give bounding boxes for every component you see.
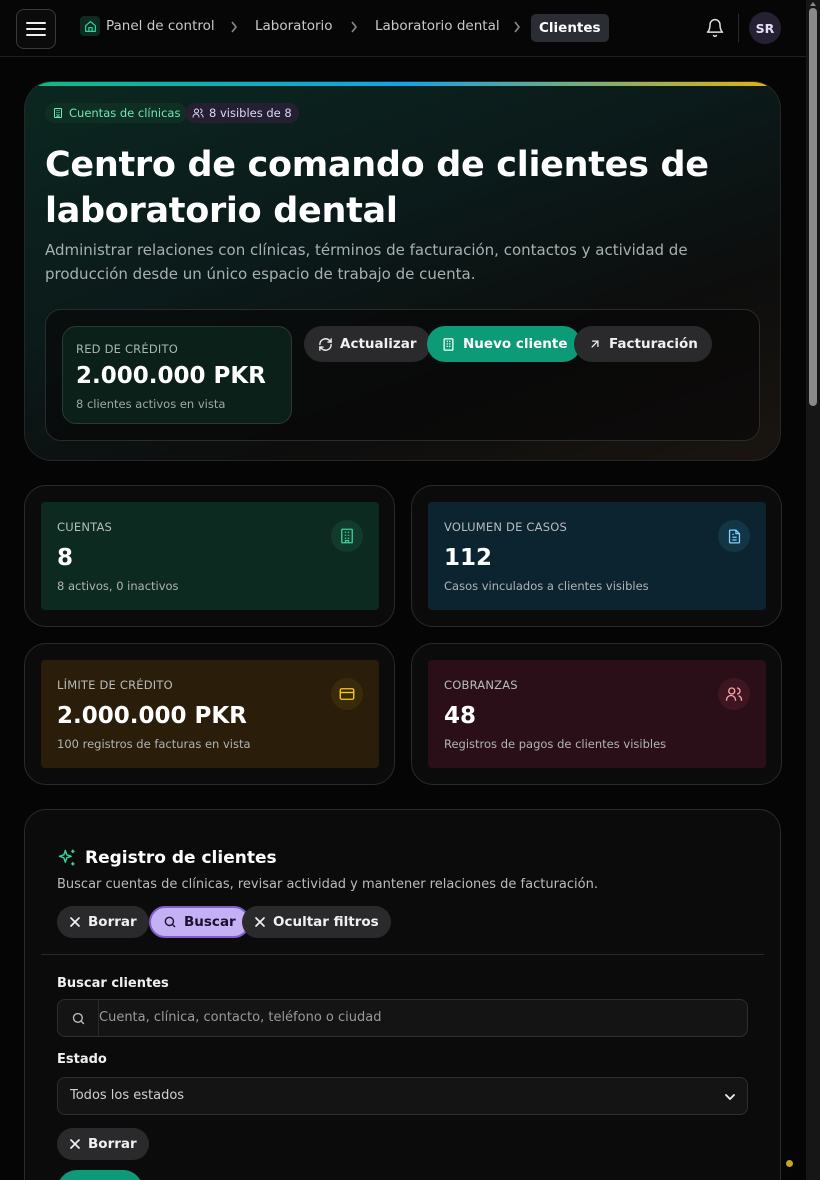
accounts-badge-label: Cuentas de clínicas [69,106,181,120]
search-button[interactable]: Buscar [149,906,250,938]
stat-value: 8 [57,545,74,571]
page-title: Centro de comando de clientes de laborat… [45,145,709,231]
page-description: Administrar relaciones con clínicas, tér… [45,241,688,283]
billing-button[interactable]: Facturación [574,326,712,362]
stat-label: LÍMITE DE CRÉDITO [57,678,173,692]
credit-network-card: RED DE CRÉDITO 2.000.000 PKR 8 clientes … [62,326,292,424]
credit-sub: 8 clientes activos en vista [76,397,226,411]
scrollbar[interactable] [806,0,820,1180]
search-icon [58,1000,99,1036]
hero-accent-line [25,82,780,86]
status-dot [786,1160,793,1167]
billing-button-label: Facturación [609,336,698,352]
status-selected-value: Todos los estados [70,1088,185,1103]
scrollbar-thumb[interactable] [809,8,817,406]
stat-label: COBRANZAS [444,678,518,692]
stat-card-collections: COBRANZAS 48 Registros de pagos de clien… [411,643,782,785]
building-icon [331,520,363,552]
home-icon[interactable] [80,16,100,36]
stat-sub: Registros de pagos de clientes visibles [444,737,667,751]
search-label: Buscar clientes [57,976,169,991]
stat-card-credit-limit: LÍMITE DE CRÉDITO 2.000.000 PKR 100 regi… [24,643,395,785]
stat-card-case-volume: VOLUMEN DE CASOS 112 Casos vinculados a … [411,485,782,627]
document-icon [718,520,750,552]
chevron-right-icon [514,21,521,33]
apply-button-partial[interactable] [57,1170,143,1180]
registry-header: Registro de clientes [57,848,277,868]
accounts-badge: Cuentas de clínicas [45,103,188,123]
user-avatar[interactable]: SR [749,12,781,44]
building-icon [54,108,62,118]
hide-filters-button[interactable]: Ocultar filtros [242,906,391,938]
chevron-right-icon [351,21,358,33]
top-bar: Panel de control Laboratorio Laboratorio… [0,0,806,57]
chevron-down-icon [725,1094,735,1101]
chevron-right-icon [231,21,238,33]
arrow-up-right-icon [591,340,599,348]
bell-icon[interactable] [705,17,725,39]
stat-sub: Casos vinculados a clientes visibles [444,579,649,593]
credit-label: RED DE CRÉDITO [76,342,178,356]
divider [738,14,739,42]
stat-label: CUENTAS [57,520,113,534]
breadcrumb-item-laboratorio[interactable]: Laboratorio [255,18,333,34]
registry-title: Registro de clientes [85,848,277,868]
hamburger-icon [26,22,46,36]
divider [41,954,764,955]
clear-filters-button[interactable]: Borrar [57,1128,149,1160]
breadcrumb-item-panel[interactable]: Panel de control [106,18,215,34]
stat-value: 48 [444,703,477,729]
scroll-up-arrow[interactable] [810,2,816,6]
stat-card-accounts: CUENTAS 8 8 activos, 0 inactivos [24,485,395,627]
breadcrumb-item-laboratorio-dental[interactable]: Laboratorio dental [375,18,500,34]
search-button-label: Buscar [184,914,236,930]
clear-button-label: Borrar [88,914,137,930]
status-label: Estado [57,1052,107,1067]
client-registry-panel: Registro de clientes Buscar cuentas de c… [24,809,781,1180]
breadcrumb-current: Clientes [531,14,609,42]
close-icon [70,1139,80,1149]
credit-value: 2.000.000 PKR [76,363,266,389]
clear-filters-button-label: Borrar [88,1136,137,1152]
search-input[interactable]: Cuenta, clínica, contacto, teléfono o ci… [57,999,748,1037]
stat-card-credit-limit-body: LÍMITE DE CRÉDITO 2.000.000 PKR 100 regi… [41,660,379,768]
new-client-button[interactable]: Nuevo cliente [427,326,582,362]
visible-badge: 8 visibles de 8 [185,103,299,123]
refresh-icon [319,337,332,351]
users-icon [192,108,204,118]
search-placeholder: Cuenta, clínica, contacto, teléfono o ci… [99,1010,382,1025]
registry-description: Buscar cuentas de clínicas, revisar acti… [57,877,598,892]
sparkles-icon [58,849,75,866]
close-icon [255,917,265,927]
close-icon [70,917,80,927]
menu-button[interactable] [16,9,56,49]
stat-label: VOLUMEN DE CASOS [444,520,567,534]
clear-button[interactable]: Borrar [57,906,149,938]
hide-filters-button-label: Ocultar filtros [273,914,379,930]
refresh-button-label: Actualizar [340,336,417,352]
status-select[interactable]: Todos los estados [57,1077,748,1115]
stat-card-collections-body: COBRANZAS 48 Registros de pagos de clien… [428,660,766,768]
stat-card-case-volume-body: VOLUMEN DE CASOS 112 Casos vinculados a … [428,502,766,610]
stat-sub: 8 activos, 0 inactivos [57,579,179,593]
new-client-button-label: Nuevo cliente [463,336,568,352]
stat-value: 112 [444,545,493,571]
stat-card-accounts-body: CUENTAS 8 8 activos, 0 inactivos [41,502,379,610]
search-icon [164,916,176,928]
users-icon [718,678,750,710]
building-icon [443,337,454,351]
credit-card-icon [331,678,363,710]
stat-value: 2.000.000 PKR [57,703,247,729]
visible-badge-label: 8 visibles de 8 [209,106,292,120]
refresh-button[interactable]: Actualizar [304,326,431,362]
hero-summary-panel: RED DE CRÉDITO 2.000.000 PKR 8 clientes … [45,309,760,441]
stat-sub: 100 registros de facturas en vista [57,737,251,751]
hero-card: Cuentas de clínicas 8 visibles de 8 Cent… [24,81,781,461]
